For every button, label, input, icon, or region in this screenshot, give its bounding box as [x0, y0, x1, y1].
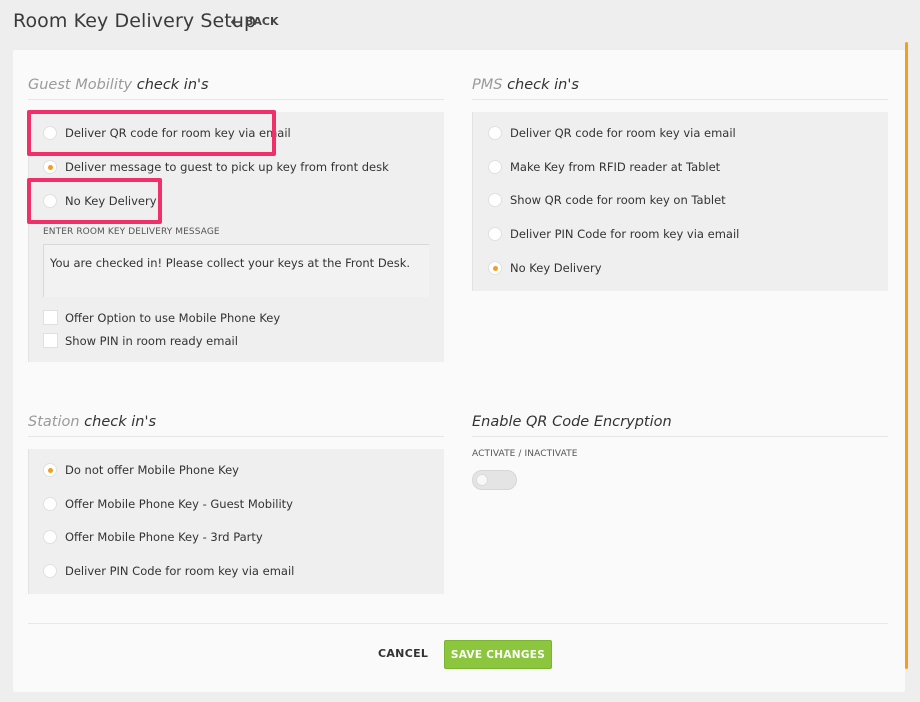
- toggle-label: ACTIVATE / INACTIVATE: [472, 449, 578, 459]
- pms-title-light: PMS: [472, 77, 503, 93]
- option-label: Deliver QR code for room key via email: [510, 126, 736, 140]
- option-label: Do not offer Mobile Phone Key: [65, 463, 239, 477]
- radio-button[interactable]: [43, 497, 57, 511]
- page-title: Room Key Delivery Setup: [13, 10, 257, 32]
- option-label: Deliver PIN Code for room key via email: [65, 564, 295, 578]
- pms-option-qr-tablet[interactable]: Show QR code for room key on Tablet: [488, 193, 726, 207]
- station-option-pin-email[interactable]: Deliver PIN Code for room key via email: [43, 564, 294, 578]
- pms-option-qr-email[interactable]: Deliver QR code for room key via email: [488, 126, 736, 140]
- option-label: Deliver PIN Code for room key via email: [510, 227, 740, 241]
- back-label: BACK: [245, 15, 279, 28]
- station-title: Station check in's: [28, 414, 444, 437]
- station-title-light: Station: [28, 414, 80, 430]
- station-title-dark: check in's: [84, 414, 156, 430]
- guest-mobility-title-light: Guest Mobility: [28, 77, 133, 93]
- save-changes-button[interactable]: SAVE CHANGES: [444, 640, 552, 669]
- radio-button[interactable]: [488, 193, 502, 207]
- guest-mobility-option-front-desk[interactable]: Deliver message to guest to pick up key …: [43, 160, 389, 174]
- radio-button[interactable]: [43, 530, 57, 544]
- guest-mobility-title-dark: check in's: [136, 77, 209, 93]
- radio-button[interactable]: [43, 463, 57, 477]
- pms-option-pin-email[interactable]: Deliver PIN Code for room key via email: [488, 227, 739, 241]
- pms-title-dark: check in's: [507, 77, 579, 93]
- qr-encryption-title: Enable QR Code Encryption: [472, 414, 888, 437]
- option-label: Offer Mobile Phone Key - Guest Mobility: [65, 497, 293, 511]
- pms-title: PMS check in's: [472, 77, 888, 100]
- radio-button[interactable]: [488, 160, 502, 174]
- highlight-box-no-key: [27, 178, 162, 224]
- checkbox-mobile-phone-key[interactable]: Offer Option to use Mobile Phone Key: [43, 310, 280, 325]
- station-option-3rd-party[interactable]: Offer Mobile Phone Key - 3rd Party: [43, 530, 263, 544]
- pms-option-rfid[interactable]: Make Key from RFID reader at Tablet: [488, 160, 720, 174]
- radio-button[interactable]: [43, 160, 57, 174]
- back-button[interactable]: BACK: [231, 15, 279, 28]
- guest-mobility-title: Guest Mobility check in's: [28, 77, 444, 100]
- radio-button[interactable]: [488, 227, 502, 241]
- station-option-no-mobile-key[interactable]: Do not offer Mobile Phone Key: [43, 463, 239, 477]
- option-label: Deliver message to guest to pick up key …: [65, 160, 389, 174]
- option-label: Make Key from RFID reader at Tablet: [510, 160, 721, 174]
- radio-button[interactable]: [488, 126, 502, 140]
- scrollbar[interactable]: [905, 42, 908, 669]
- delivery-message-textarea[interactable]: You are checked in! Please collect your …: [43, 244, 429, 297]
- option-label: Show QR code for room key on Tablet: [510, 193, 726, 207]
- pms-option-no-key[interactable]: No Key Delivery: [488, 261, 602, 275]
- footer-divider: [28, 623, 888, 624]
- checkbox-show-pin[interactable]: Show PIN in room ready email: [43, 333, 238, 348]
- cancel-button[interactable]: CANCEL: [378, 647, 428, 660]
- toggle-knob: [476, 474, 488, 486]
- message-field-label: ENTER ROOM KEY DELIVERY MESSAGE: [43, 227, 220, 237]
- station-option-guest-mobility[interactable]: Offer Mobile Phone Key - Guest Mobility: [43, 497, 293, 511]
- checkbox-label: Show PIN in room ready email: [65, 333, 238, 348]
- arrow-left-icon: [231, 17, 241, 26]
- highlight-box-qr-email: [27, 110, 276, 156]
- radio-button[interactable]: [488, 261, 502, 275]
- option-label: Offer Mobile Phone Key - 3rd Party: [65, 530, 263, 544]
- checkbox-label: Offer Option to use Mobile Phone Key: [65, 310, 281, 325]
- checkbox[interactable]: [43, 333, 58, 348]
- radio-button[interactable]: [43, 564, 57, 578]
- option-label: No Key Delivery: [510, 261, 602, 275]
- checkbox[interactable]: [43, 310, 58, 325]
- qr-encryption-toggle[interactable]: [472, 470, 517, 490]
